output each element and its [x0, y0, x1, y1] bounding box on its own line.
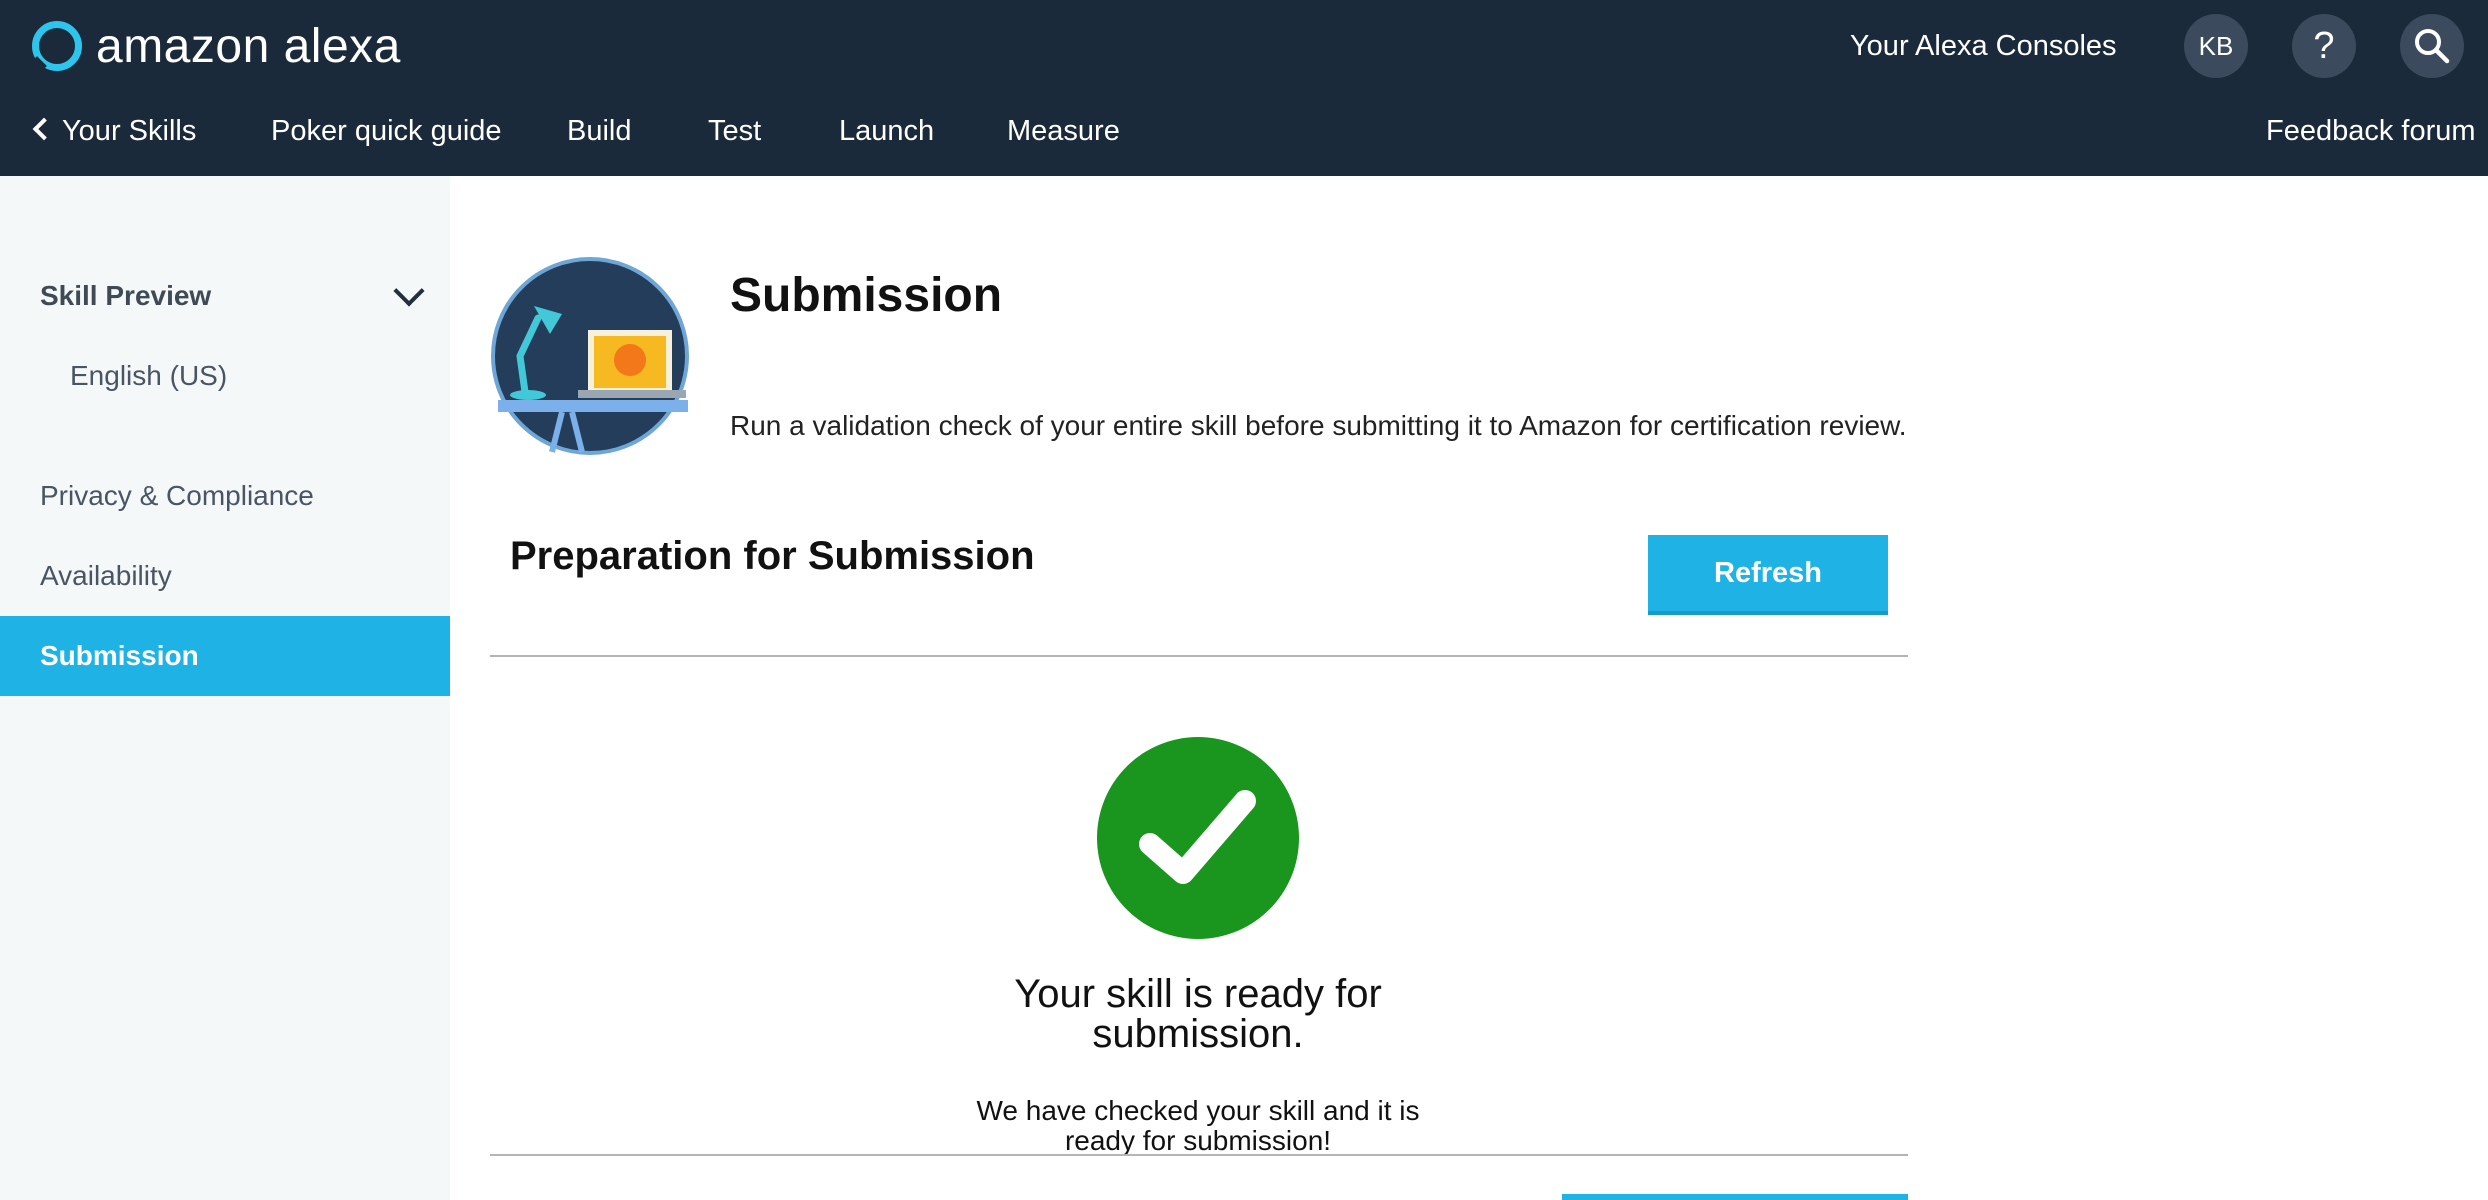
back-label: Your Skills: [62, 115, 197, 147]
status-success-badge: [1097, 737, 1299, 939]
search-icon: [2415, 29, 2450, 64]
sidebar-item-submission[interactable]: Submission: [0, 616, 450, 696]
top-header: amazon alexa Your Alexa Consoles KB ? Yo…: [0, 0, 2488, 185]
skill-name-link[interactable]: Poker quick guide: [271, 114, 502, 148]
sidebar: Skill Preview English (US) Privacy & Com…: [0, 176, 450, 1200]
help-button[interactable]: ?: [2292, 14, 2356, 78]
back-to-skills-link[interactable]: Your Skills: [32, 114, 197, 148]
status-message: We have checked your skill and it is rea…: [976, 1095, 1420, 1156]
section-divider-bottom: [490, 1154, 1908, 1156]
refresh-button[interactable]: Refresh: [1648, 535, 1888, 615]
page-description: Run a validation check of your entire sk…: [730, 410, 1907, 441]
tab-measure[interactable]: Measure: [1007, 114, 1120, 148]
tab-launch[interactable]: Launch: [839, 114, 935, 185]
status-title: Your skill is ready for submission.: [1014, 972, 1382, 1056]
tab-test[interactable]: Test: [708, 114, 761, 148]
section-divider: [490, 655, 1908, 657]
submission-desk-illustration: [491, 257, 689, 455]
tab-build[interactable]: Build: [567, 114, 632, 148]
alexa-logo[interactable]: amazon alexa: [32, 16, 401, 76]
brand-name: amazon alexa: [96, 19, 401, 73]
checkmark-icon: [1139, 790, 1256, 884]
chevron-left-icon: [32, 117, 56, 141]
section-title: Preparation for Submission: [510, 534, 1035, 578]
sidebar-item-english-us[interactable]: English (US): [0, 336, 450, 416]
sidebar-item-label: Skill Preview: [40, 280, 212, 311]
chevron-down-icon: [393, 275, 425, 307]
page-title: Submission: [730, 269, 1003, 322]
submit-button[interactable]: [1562, 1194, 1908, 1200]
alexa-consoles-link[interactable]: Your Alexa Consoles: [1850, 26, 2117, 66]
sidebar-item-availability[interactable]: Availability: [0, 536, 450, 616]
sidebar-item-privacy-compliance[interactable]: Privacy & Compliance: [0, 456, 450, 536]
alexa-ring-icon: [32, 21, 82, 71]
feedback-forum-link[interactable]: Feedback forum: [2266, 114, 2476, 148]
search-button[interactable]: [2400, 14, 2464, 78]
user-avatar[interactable]: KB: [2184, 14, 2248, 78]
sidebar-item-skill-preview[interactable]: Skill Preview: [0, 256, 450, 336]
skill-nav-bar: Your Skills Poker quick guide Build Test…: [0, 100, 2488, 185]
